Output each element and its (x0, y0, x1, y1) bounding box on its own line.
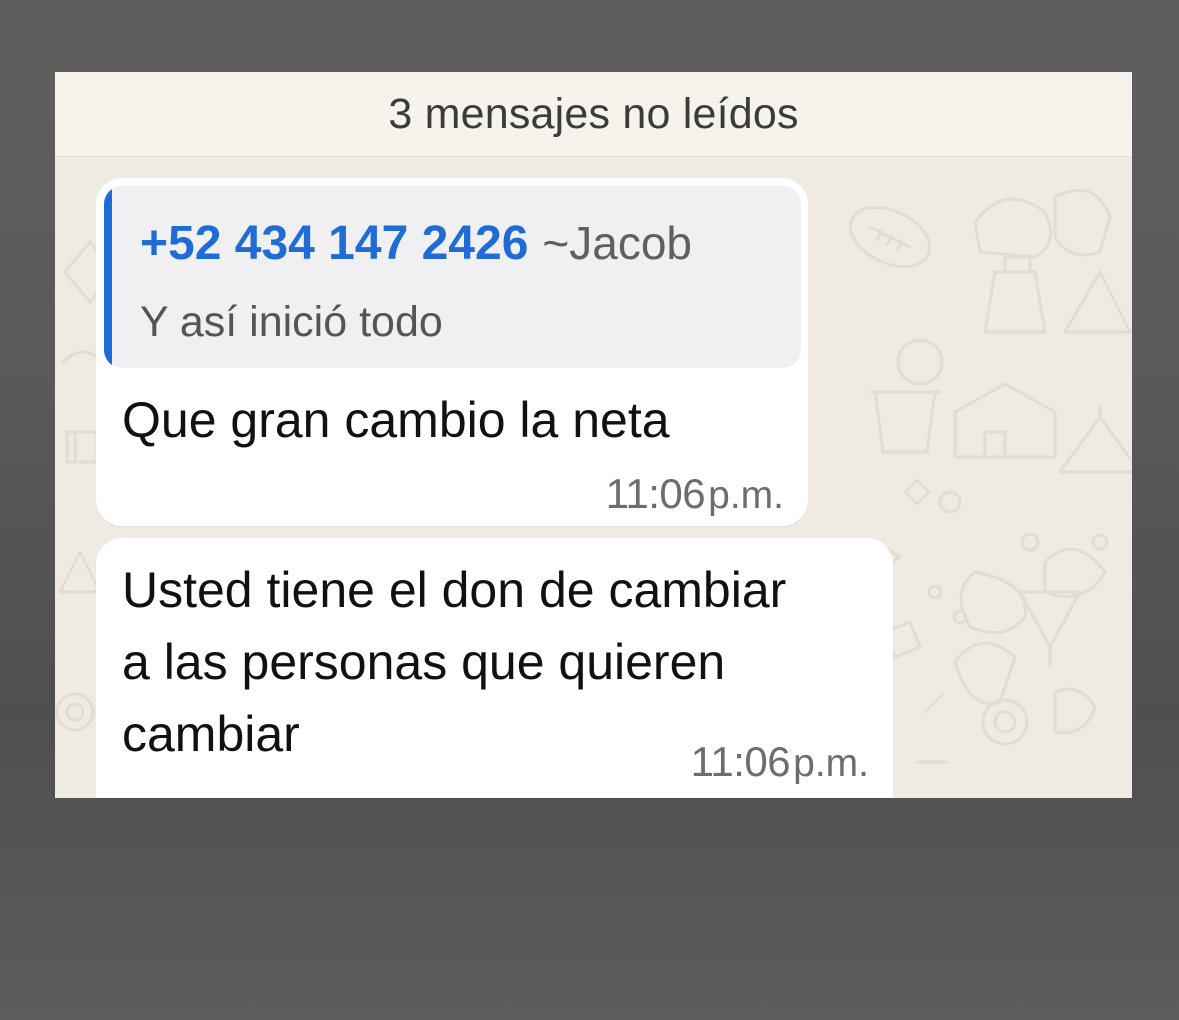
quote-accent-bar (104, 186, 112, 368)
quote-text: Y así inició todo (140, 298, 443, 346)
message-line: a las personas que quieren (122, 634, 726, 690)
message-time-suffix: p.m. (793, 742, 869, 785)
quote-author-phone: +52 434 147 2426 (140, 217, 529, 270)
unread-messages-banner: 3 mensajes no leídos (55, 72, 1132, 157)
message-timestamp: 11:06p.m. (691, 738, 869, 786)
quoted-reply[interactable]: +52 434 147 2426 ~Jacob Y así inició todo (104, 186, 801, 368)
message-time: 11:06 (690, 738, 791, 785)
quote-author: +52 434 147 2426 ~Jacob (140, 216, 692, 271)
message-bubble[interactable]: Usted tiene el don de cambiar a las pers… (96, 538, 893, 798)
message-timestamp: 11:06p.m. (606, 470, 784, 518)
message-text: Que gran cambio la neta (122, 384, 670, 456)
message-line: Usted tiene el don de cambiar (122, 562, 787, 618)
chat-screenshot: 3 mensajes no leídos +52 434 147 2426 ~Ja… (55, 72, 1132, 798)
quote-author-name: ~Jacob (542, 217, 693, 269)
message-time: 11:06 (605, 470, 706, 517)
unread-messages-label: 3 mensajes no leídos (388, 89, 799, 138)
message-time-suffix: p.m. (708, 474, 784, 517)
message-line: Que gran cambio la neta (122, 392, 670, 448)
message-bubble[interactable]: +52 434 147 2426 ~Jacob Y así inició todo… (96, 178, 808, 526)
